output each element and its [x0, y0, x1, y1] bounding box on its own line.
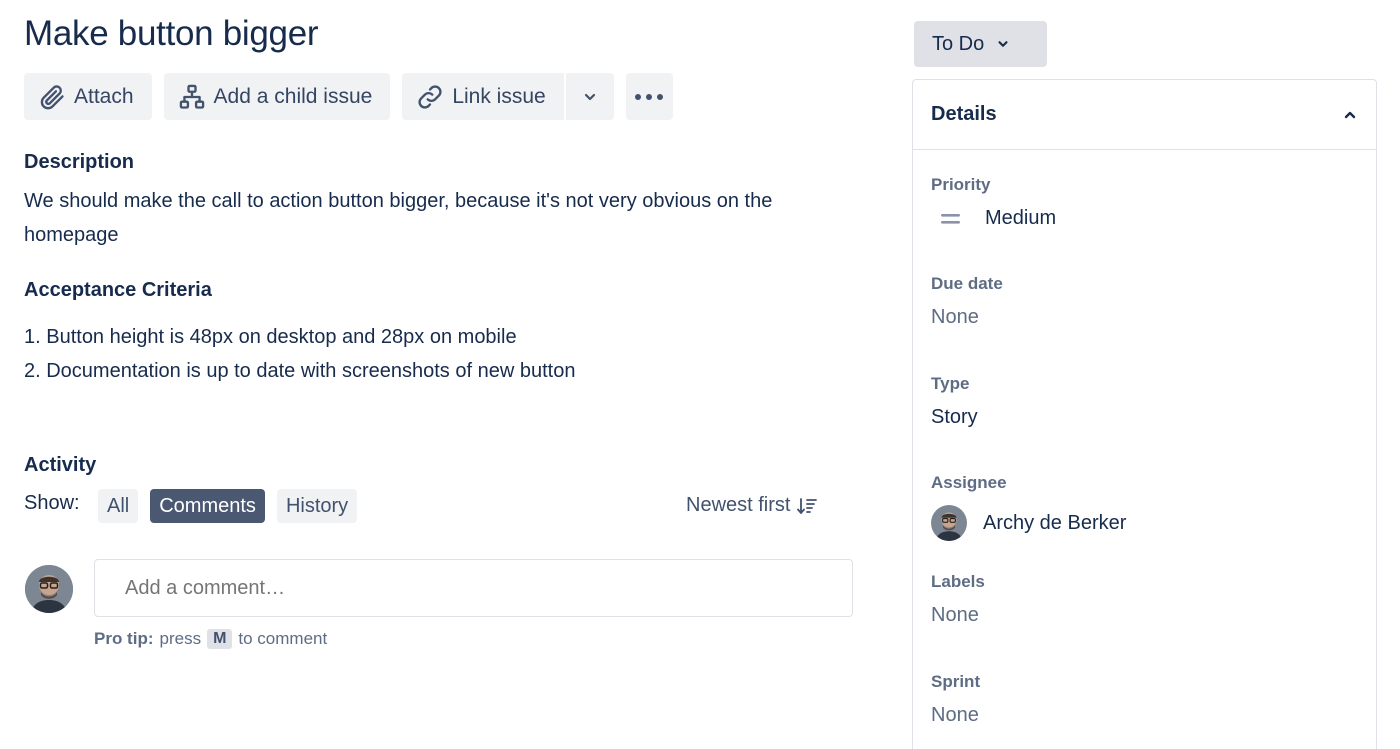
- pro-tip-pre: press: [159, 629, 202, 648]
- attach-label: Attach: [74, 84, 134, 108]
- field-label: Due date: [931, 274, 1003, 293]
- field-label: Priority: [931, 175, 991, 194]
- details-heading: Details: [931, 103, 997, 125]
- type-value[interactable]: Story: [931, 406, 978, 429]
- issue-title[interactable]: Make button bigger: [24, 14, 319, 54]
- issue-toolbar: Attach Add a child issue Link issue: [24, 73, 673, 120]
- details-panel: Details Priority Medium Due date None Ty…: [912, 79, 1377, 749]
- add-child-issue-label: Add a child issue: [213, 84, 373, 108]
- filter-comments-button[interactable]: Comments: [150, 489, 265, 523]
- shortcut-key: M: [207, 629, 233, 649]
- description-text[interactable]: We should make the call to action button…: [24, 184, 844, 252]
- activity-filters: All Comments History: [98, 489, 369, 523]
- attach-button[interactable]: Attach: [24, 73, 152, 120]
- pro-tip-label: Pro tip:: [94, 629, 154, 648]
- priority-medium-icon: [941, 213, 960, 224]
- field-label: Type: [931, 374, 970, 393]
- chevron-down-icon: [998, 41, 1008, 47]
- link-issue-dropdown-button[interactable]: [565, 73, 614, 120]
- due-date-value[interactable]: None: [931, 306, 1003, 329]
- status-dropdown[interactable]: To Do: [914, 21, 1047, 67]
- acceptance-item: 2. Documentation is up to date with scre…: [24, 360, 576, 382]
- chevron-up-icon: [1344, 111, 1356, 118]
- field-labels: Labels None: [931, 572, 985, 627]
- activity-heading: Activity: [24, 454, 97, 476]
- avatar: [25, 565, 73, 613]
- field-due-date: Due date None: [931, 274, 1003, 329]
- link-issue-label: Link issue: [452, 84, 546, 108]
- hierarchy-icon: [179, 84, 204, 109]
- field-value-text: Medium: [985, 207, 1057, 229]
- acceptance-item: 1. Button height is 48px on desktop and …: [24, 326, 517, 348]
- description-heading: Description: [24, 151, 135, 173]
- field-priority: Priority Medium: [931, 175, 1056, 230]
- sprint-value[interactable]: None: [931, 704, 980, 727]
- pro-tip-post: to comment: [238, 629, 328, 648]
- details-header[interactable]: Details: [913, 80, 1376, 150]
- field-assignee: Assignee Archy de Berker: [931, 473, 1126, 541]
- field-value-text: Archy de Berker: [983, 511, 1127, 534]
- more-icon: [635, 93, 664, 100]
- sort-icon: [797, 497, 818, 514]
- field-sprint: Sprint None: [931, 672, 980, 727]
- assignee-avatar: [931, 505, 967, 541]
- sort-order-button[interactable]: Newest first: [686, 494, 818, 517]
- status-label: To Do: [932, 32, 985, 55]
- field-label: Sprint: [931, 672, 981, 691]
- link-icon: [418, 84, 442, 109]
- assignee-value[interactable]: Archy de Berker: [931, 505, 1126, 541]
- filter-history-button[interactable]: History: [276, 489, 358, 523]
- chevron-down-icon: [584, 93, 595, 100]
- comment-input[interactable]: [94, 559, 853, 617]
- sort-label: Newest first: [686, 494, 791, 516]
- field-type: Type Story: [931, 374, 978, 429]
- link-issue-split-button: Link issue: [402, 73, 614, 120]
- filter-all-button[interactable]: All: [98, 489, 139, 523]
- pro-tip: Pro tip: press M to comment: [94, 629, 327, 649]
- priority-value[interactable]: Medium: [931, 207, 1056, 230]
- field-label: Labels: [931, 572, 985, 591]
- labels-value[interactable]: None: [931, 604, 985, 627]
- link-issue-button[interactable]: Link issue: [402, 73, 564, 120]
- acceptance-heading: Acceptance Criteria: [24, 279, 212, 301]
- paperclip-icon: [40, 84, 64, 109]
- more-actions-button[interactable]: [625, 73, 673, 120]
- add-child-issue-button[interactable]: Add a child issue: [163, 73, 391, 120]
- field-label: Assignee: [931, 473, 1007, 492]
- show-label: Show:: [24, 492, 80, 514]
